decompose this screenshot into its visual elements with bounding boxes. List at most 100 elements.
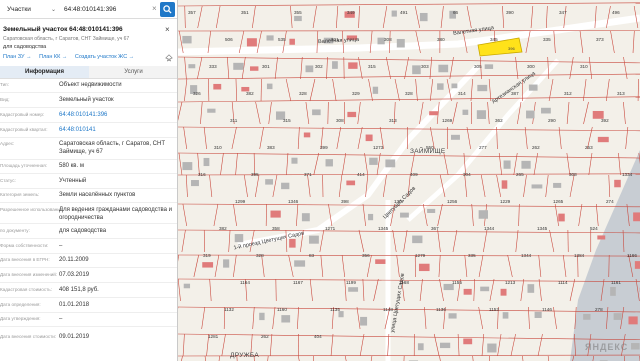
parcel-boundary (261, 254, 265, 278)
parcel-boundary (226, 56, 230, 80)
parcel-number: 308 (384, 37, 392, 42)
parcel-boundary (193, 254, 199, 278)
building (583, 313, 591, 320)
parcel-number: 278 (595, 307, 603, 312)
parcel-boundary (578, 203, 583, 227)
info-label: Кадастровый номер: (0, 112, 45, 117)
building (437, 83, 444, 90)
tab-services[interactable]: Услуги (89, 66, 177, 78)
parcel-boundary (285, 78, 292, 102)
info-label: Форма собственности: (0, 243, 49, 248)
parcel-boundary (243, 174, 248, 198)
building (451, 134, 460, 140)
parcel-boundary (182, 333, 185, 357)
parcel-boundary (267, 355, 269, 361)
parcel-boundary (545, 5, 548, 29)
parcel-boundary (466, 126, 471, 150)
parcel-number: 1344 (521, 253, 532, 258)
object-type-label: Участки (7, 6, 31, 13)
info-panel: Участки ⌄ × Земельный участок 64:48:0101… (0, 0, 178, 361)
parcel-number: 1136 (436, 307, 446, 312)
pin-icon[interactable] (165, 54, 173, 62)
parcel-boundary (415, 78, 418, 102)
building (448, 313, 457, 319)
parcel-boundary (218, 355, 220, 361)
building (391, 10, 397, 17)
info-value: 20.11.2009 (59, 257, 89, 263)
parcel-number: 1164 (240, 280, 250, 285)
parcel-boundary (220, 152, 224, 176)
building (332, 61, 338, 69)
close-icon[interactable]: × (165, 25, 170, 34)
info-value: Земли населённых пунктов (59, 192, 136, 198)
parcel-number: 310 (214, 145, 222, 150)
building (633, 212, 640, 222)
building (368, 213, 374, 221)
parcel-boundary (305, 101, 310, 125)
building (418, 263, 430, 272)
info-label: Статус: (0, 178, 16, 183)
parcel-number: 398 (341, 199, 349, 204)
info-label: Кадастровая стоимость: (0, 287, 52, 292)
parcel-boundary (178, 152, 183, 176)
parcel-number: 290 (548, 118, 556, 123)
building (325, 159, 333, 167)
parcel-number: 496 (612, 10, 620, 15)
parcel-boundary (254, 174, 260, 198)
create-parcel-link[interactable]: Создать участок ЖС → (75, 54, 134, 60)
parcel-number: 1199 (346, 280, 356, 285)
parcel-boundary (588, 152, 593, 176)
building (266, 35, 274, 41)
divider (0, 238, 177, 239)
parcel-boundary (178, 2, 640, 7)
plan-kk-link[interactable]: План КК → (39, 54, 67, 60)
building (309, 235, 319, 244)
parcel-boundary (358, 5, 360, 29)
object-type-select[interactable]: Участки ⌄ (3, 3, 58, 16)
parcel-boundary (269, 333, 273, 357)
parcel-boundary (356, 306, 361, 330)
clear-icon[interactable]: × (152, 4, 157, 13)
parcel-number: 1299 (235, 199, 246, 204)
cadastral-quarter-link[interactable]: 64:48:010141 (59, 127, 175, 135)
parcel-number: 277 (479, 145, 487, 150)
parcel-number: 328 (256, 253, 264, 258)
parcel-boundary (569, 174, 575, 198)
parcel-boundary (385, 56, 392, 80)
parcel-boundary (184, 56, 187, 80)
search-input[interactable] (60, 3, 152, 16)
parcel-number: 409 (410, 172, 418, 177)
building (502, 312, 509, 319)
parcel-number: 357 (188, 10, 196, 15)
parcel-number: 1161 (611, 280, 621, 285)
building (281, 182, 290, 190)
tab-info[interactable]: Информация (0, 66, 89, 78)
parcel-boundary (327, 101, 329, 125)
parcel-boundary (370, 355, 373, 361)
parcel-boundary (530, 5, 534, 29)
parcel-boundary (466, 5, 472, 29)
parcel-number: 1229 (500, 199, 511, 204)
parcel-boundary (515, 229, 519, 253)
building (234, 234, 244, 243)
parcel-boundary (404, 56, 409, 80)
cadastral-number-link[interactable]: 64:48:010141:396 (59, 112, 175, 120)
parcel-number: 1153 (489, 307, 499, 312)
cadastral-map[interactable]: 357 351 355 349 491 66 390 347 496 506 535 321 308 38… (178, 0, 640, 361)
building (375, 259, 386, 264)
building (301, 213, 310, 222)
building (312, 109, 321, 116)
building (348, 62, 358, 69)
parcel-boundary (595, 203, 599, 227)
parcel-number: 300 (527, 64, 535, 69)
parcel-numbers: 357 351 355 349 491 66 390 347 496506 535 321 308 38… (188, 10, 637, 339)
search-button[interactable] (160, 2, 175, 17)
parcel-number: 315 (283, 118, 291, 123)
parcel-boundary (554, 203, 559, 227)
building (476, 110, 486, 119)
parcel-number: 314 (458, 91, 466, 96)
parcel-boundary (439, 278, 444, 302)
plan-zu-link[interactable]: План ЗУ → (3, 54, 32, 60)
parcel-number: 326 (193, 91, 201, 96)
parcel-boundary (610, 30, 615, 54)
